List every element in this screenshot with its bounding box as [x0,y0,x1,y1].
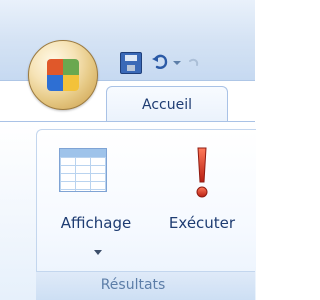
affichage-button[interactable]: Affichage [40,140,152,260]
exclamation-icon [193,146,211,200]
tab-accueil[interactable]: Accueil [106,86,228,123]
executer-label: Exécuter [168,214,236,232]
table-grid [60,157,106,191]
logo-quadrant [47,59,63,75]
affichage-label: Affichage [60,214,132,232]
executer-button[interactable]: Exécuter [152,140,252,260]
undo-icon[interactable] [150,52,170,72]
ribbon-group-footer: Résultats [36,271,255,300]
logo-quadrant [63,59,79,75]
undo-dropdown-arrow-icon[interactable] [173,61,181,65]
ribbon-group-title: Résultats [100,277,166,293]
redo-icon[interactable] [186,56,200,70]
table-header-band [60,149,106,157]
table-view-icon [59,148,107,192]
tab-accueil-label: Accueil [142,97,192,113]
logo-quadrant [47,75,63,91]
office-logo-icon [47,59,79,91]
office-button[interactable] [28,40,98,110]
chevron-down-icon [94,250,102,255]
save-icon[interactable] [120,52,142,74]
logo-quadrant [63,75,79,91]
